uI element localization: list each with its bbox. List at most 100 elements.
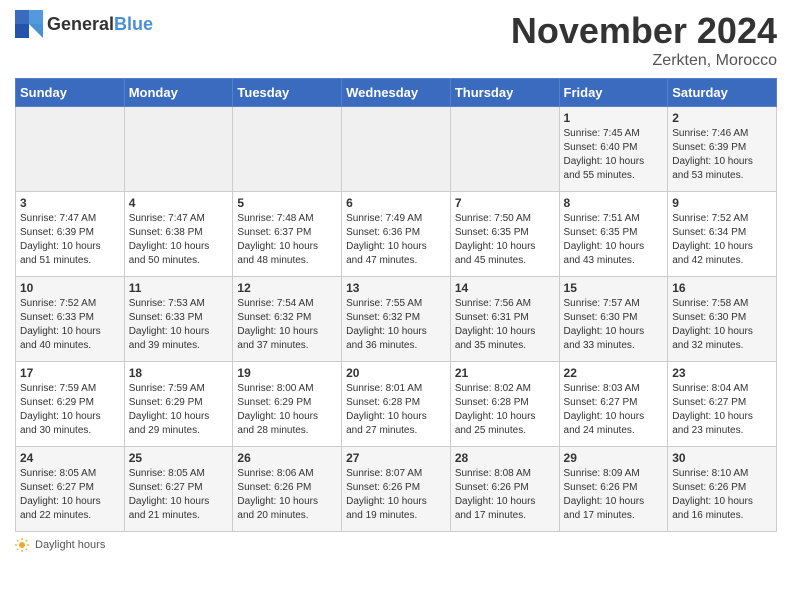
day-info: Sunrise: 7:59 AM Sunset: 6:29 PM Dayligh…: [129, 382, 229, 438]
calendar-cell: 3 Sunrise: 7:47 AM Sunset: 6:39 PM Daylig…: [16, 192, 125, 277]
day-info: Sunrise: 7:54 AM Sunset: 6:32 PM Dayligh…: [237, 297, 337, 353]
calendar-week-row: 24 Sunrise: 8:05 AM Sunset: 6:27 PM Dayli…: [16, 447, 777, 532]
day-info: Sunrise: 8:10 AM Sunset: 6:26 PM Dayligh…: [672, 467, 772, 523]
calendar-cell: 22 Sunrise: 8:03 AM Sunset: 6:27 PM Dayli…: [559, 362, 668, 447]
day-number: 16: [672, 281, 772, 295]
day-info: Sunrise: 7:47 AM Sunset: 6:39 PM Dayligh…: [20, 212, 120, 268]
calendar-table: SundayMondayTuesdayWednesdayThursdayFrid…: [15, 78, 777, 532]
day-info: Sunrise: 7:55 AM Sunset: 6:32 PM Dayligh…: [346, 297, 446, 353]
calendar-body: 1Sunrise: 7:45 AM Sunset: 6:40 PM Daylig…: [16, 107, 777, 532]
calendar-week-row: 3 Sunrise: 7:47 AM Sunset: 6:39 PM Daylig…: [16, 192, 777, 277]
calendar-cell: 27 Sunrise: 8:07 AM Sunset: 6:26 PM Dayli…: [342, 447, 451, 532]
calendar-cell: 16 Sunrise: 7:58 AM Sunset: 6:30 PM Dayli…: [668, 277, 777, 362]
calendar-cell: 15Sunrise: 7:57 AM Sunset: 6:30 PM Dayli…: [559, 277, 668, 362]
day-info: Sunrise: 7:51 AM Sunset: 6:35 PM Dayligh…: [564, 212, 664, 268]
day-number: 15: [564, 281, 664, 295]
calendar-cell: 12Sunrise: 7:54 AM Sunset: 6:32 PM Dayli…: [233, 277, 342, 362]
calendar-cell: [16, 107, 125, 192]
day-info: Sunrise: 7:46 AM Sunset: 6:39 PM Dayligh…: [672, 127, 772, 183]
daylight-hours-label: Daylight hours: [35, 539, 105, 551]
day-number: 3: [20, 196, 120, 210]
day-header-saturday: Saturday: [668, 79, 777, 107]
calendar-cell: 5 Sunrise: 7:48 AM Sunset: 6:37 PM Daylig…: [233, 192, 342, 277]
month-title: November 2024: [511, 10, 777, 52]
calendar-cell: 8 Sunrise: 7:51 AM Sunset: 6:35 PM Daylig…: [559, 192, 668, 277]
day-number: 27: [346, 451, 446, 465]
day-number: 25: [129, 451, 229, 465]
calendar-cell: 29Sunrise: 8:09 AM Sunset: 6:26 PM Dayli…: [559, 447, 668, 532]
calendar-cell: 23 Sunrise: 8:04 AM Sunset: 6:27 PM Dayli…: [668, 362, 777, 447]
day-number: 11: [129, 281, 229, 295]
day-number: 23: [672, 366, 772, 380]
day-number: 7: [455, 196, 555, 210]
day-number: 5: [237, 196, 337, 210]
day-number: 18: [129, 366, 229, 380]
calendar-cell: 11Sunrise: 7:53 AM Sunset: 6:33 PM Dayli…: [124, 277, 233, 362]
day-number: 30: [672, 451, 772, 465]
day-info: Sunrise: 8:04 AM Sunset: 6:27 PM Dayligh…: [672, 382, 772, 438]
day-info: Sunrise: 7:52 AM Sunset: 6:34 PM Dayligh…: [672, 212, 772, 268]
day-number: 4: [129, 196, 229, 210]
calendar-cell: 24 Sunrise: 8:05 AM Sunset: 6:27 PM Dayli…: [16, 447, 125, 532]
day-info: Sunrise: 8:05 AM Sunset: 6:27 PM Dayligh…: [20, 467, 120, 523]
logo: GeneralBlue: [15, 10, 153, 38]
calendar-cell: 26Sunrise: 8:06 AM Sunset: 6:26 PM Dayli…: [233, 447, 342, 532]
calendar-cell: 30 Sunrise: 8:10 AM Sunset: 6:26 PM Dayli…: [668, 447, 777, 532]
day-header-tuesday: Tuesday: [233, 79, 342, 107]
day-info: Sunrise: 8:01 AM Sunset: 6:28 PM Dayligh…: [346, 382, 446, 438]
day-info: Sunrise: 8:02 AM Sunset: 6:28 PM Dayligh…: [455, 382, 555, 438]
calendar-cell: [342, 107, 451, 192]
calendar-week-row: 1Sunrise: 7:45 AM Sunset: 6:40 PM Daylig…: [16, 107, 777, 192]
day-number: 22: [564, 366, 664, 380]
header: GeneralBlue November 2024 Zerkten, Moroc…: [15, 10, 777, 70]
day-number: 9: [672, 196, 772, 210]
day-info: Sunrise: 7:49 AM Sunset: 6:36 PM Dayligh…: [346, 212, 446, 268]
logo-general-text: General: [47, 14, 114, 34]
day-number: 1: [564, 111, 664, 125]
day-info: Sunrise: 8:07 AM Sunset: 6:26 PM Dayligh…: [346, 467, 446, 523]
day-header-monday: Monday: [124, 79, 233, 107]
day-number: 24: [20, 451, 120, 465]
day-info: Sunrise: 8:05 AM Sunset: 6:27 PM Dayligh…: [129, 467, 229, 523]
day-number: 6: [346, 196, 446, 210]
calendar-cell: 18 Sunrise: 7:59 AM Sunset: 6:29 PM Dayli…: [124, 362, 233, 447]
day-info: Sunrise: 8:09 AM Sunset: 6:26 PM Dayligh…: [564, 467, 664, 523]
day-number: 20: [346, 366, 446, 380]
day-info: Sunrise: 8:00 AM Sunset: 6:29 PM Dayligh…: [237, 382, 337, 438]
calendar-cell: 10Sunrise: 7:52 AM Sunset: 6:33 PM Dayli…: [16, 277, 125, 362]
calendar-cell: 4Sunrise: 7:47 AM Sunset: 6:38 PM Daylig…: [124, 192, 233, 277]
calendar-cell: 2 Sunrise: 7:46 AM Sunset: 6:39 PM Daylig…: [668, 107, 777, 192]
calendar-header-row: SundayMondayTuesdayWednesdayThursdayFrid…: [16, 79, 777, 107]
day-info: Sunrise: 7:50 AM Sunset: 6:35 PM Dayligh…: [455, 212, 555, 268]
calendar-cell: 1Sunrise: 7:45 AM Sunset: 6:40 PM Daylig…: [559, 107, 668, 192]
day-number: 28: [455, 451, 555, 465]
logo-icon: [15, 10, 43, 38]
location-title: Zerkten, Morocco: [511, 52, 777, 70]
day-info: Sunrise: 7:58 AM Sunset: 6:30 PM Dayligh…: [672, 297, 772, 353]
sun-icon: [15, 538, 29, 552]
day-number: 17: [20, 366, 120, 380]
logo-blue-text: Blue: [114, 14, 153, 34]
day-number: 19: [237, 366, 337, 380]
day-number: 8: [564, 196, 664, 210]
calendar-cell: 19 Sunrise: 8:00 AM Sunset: 6:29 PM Dayli…: [233, 362, 342, 447]
calendar-cell: [450, 107, 559, 192]
day-number: 14: [455, 281, 555, 295]
day-number: 2: [672, 111, 772, 125]
calendar-cell: 9 Sunrise: 7:52 AM Sunset: 6:34 PM Daylig…: [668, 192, 777, 277]
calendar-week-row: 17 Sunrise: 7:59 AM Sunset: 6:29 PM Dayli…: [16, 362, 777, 447]
day-info: Sunrise: 7:48 AM Sunset: 6:37 PM Dayligh…: [237, 212, 337, 268]
day-number: 13: [346, 281, 446, 295]
calendar-cell: 13 Sunrise: 7:55 AM Sunset: 6:32 PM Dayli…: [342, 277, 451, 362]
calendar-cell: [233, 107, 342, 192]
calendar-cell: 7 Sunrise: 7:50 AM Sunset: 6:35 PM Daylig…: [450, 192, 559, 277]
footer-note: Daylight hours: [15, 538, 777, 552]
day-header-wednesday: Wednesday: [342, 79, 451, 107]
calendar-cell: 28Sunrise: 8:08 AM Sunset: 6:26 PM Dayli…: [450, 447, 559, 532]
day-header-friday: Friday: [559, 79, 668, 107]
day-info: Sunrise: 8:03 AM Sunset: 6:27 PM Dayligh…: [564, 382, 664, 438]
day-info: Sunrise: 7:56 AM Sunset: 6:31 PM Dayligh…: [455, 297, 555, 353]
calendar-week-row: 10Sunrise: 7:52 AM Sunset: 6:33 PM Dayli…: [16, 277, 777, 362]
calendar-cell: 21Sunrise: 8:02 AM Sunset: 6:28 PM Dayli…: [450, 362, 559, 447]
day-number: 10: [20, 281, 120, 295]
